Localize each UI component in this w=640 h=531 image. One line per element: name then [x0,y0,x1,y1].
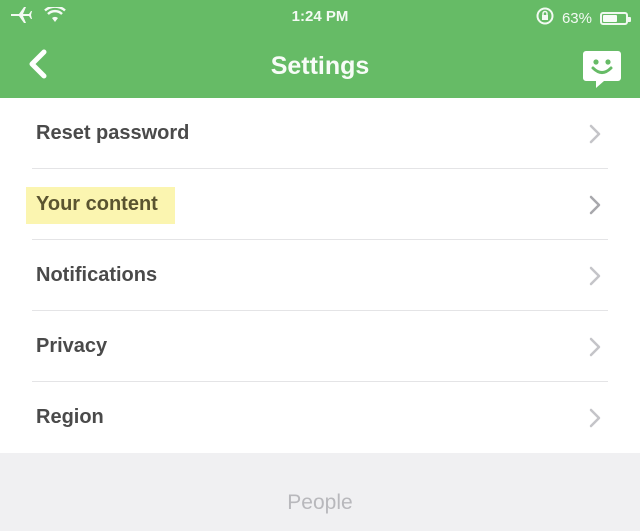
page-title: Settings [270,52,370,80]
settings-item-label: Region [36,406,104,428]
chat-button[interactable] [582,48,622,90]
settings-list: Reset password Your content Notification… [0,98,640,453]
settings-item-label: Your content [36,193,158,215]
chevron-right-icon [588,337,602,357]
chevron-right-icon [588,408,602,428]
status-right: 63% [536,7,631,29]
section-header-people: People [0,458,640,531]
settings-item-label: Reset password [36,122,190,144]
settings-item-privacy[interactable]: Privacy [0,311,640,382]
settings-item-region[interactable]: Region [0,382,640,453]
settings-item-label: Privacy [36,335,108,357]
settings-item-your-content[interactable]: Your content [0,169,640,240]
chevron-right-icon [588,266,602,286]
chevron-right-icon [588,195,602,215]
nav-bar: Settings [0,34,640,98]
battery-percent: 63% [561,9,592,27]
status-bar: 1:24 PM 63% [0,0,640,34]
settings-item-reset-password[interactable]: Reset password [0,98,640,169]
battery-fill [603,14,617,22]
chevron-right-icon [588,124,602,144]
battery-nub [628,16,631,22]
chat-icon [582,51,622,94]
header: 1:24 PM 63% Settings [0,0,640,98]
orientation-lock-icon [536,7,554,29]
battery-icon [600,11,631,25]
section-header-label: People [287,491,353,514]
settings-item-label: Notifications [36,264,158,286]
settings-item-notifications[interactable]: Notifications [0,240,640,311]
